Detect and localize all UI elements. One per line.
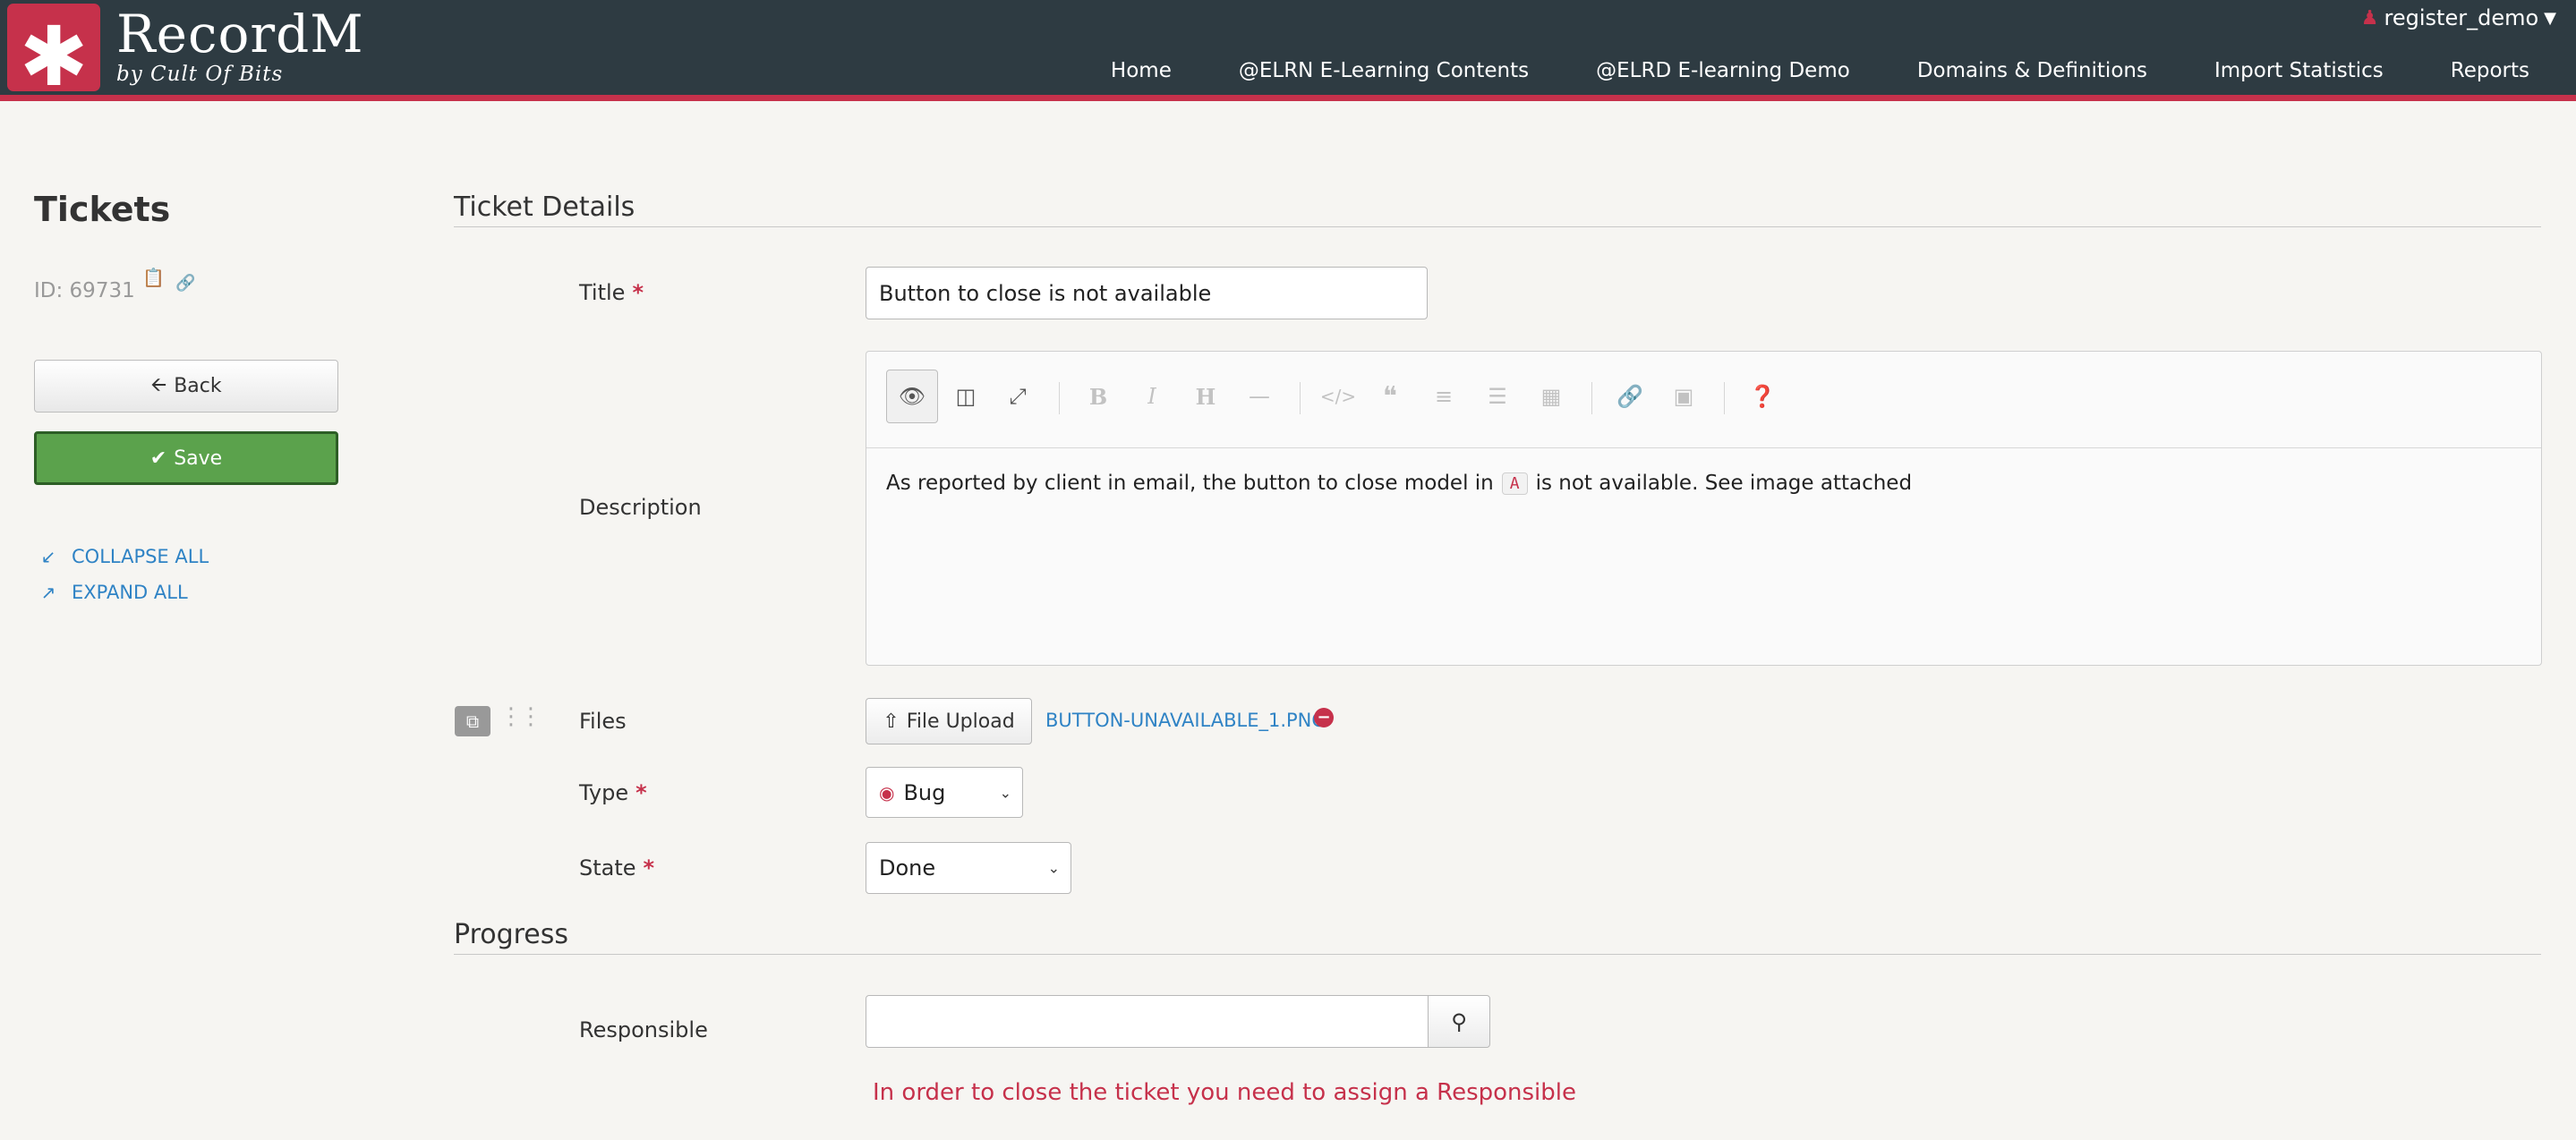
code-icon[interactable]: </> — [1312, 370, 1364, 423]
chevron-down-icon: ⌄ — [999, 784, 1011, 801]
type-value: Bug — [903, 779, 946, 805]
preview-icon[interactable]: 👁 — [886, 370, 938, 423]
responsible-label: Responsible — [579, 1017, 708, 1042]
state-label: State * — [579, 855, 654, 881]
type-label-text: Type — [579, 780, 629, 805]
nav-reports[interactable]: Reports — [2451, 59, 2529, 82]
page-title: Tickets — [34, 190, 171, 229]
ordered-list-icon[interactable]: ☰ — [1471, 370, 1523, 423]
file-upload-label: File Upload — [906, 710, 1015, 733]
italic-icon[interactable]: I — [1126, 370, 1178, 423]
attached-file-link[interactable]: BUTTON-UNAVAILABLE_1.PNG — [1045, 710, 1326, 731]
state-value: Done — [879, 855, 936, 881]
state-label-text: State — [579, 855, 636, 881]
remove-file-icon[interactable]: − — [1314, 708, 1334, 727]
heading-icon[interactable]: H — [1180, 370, 1232, 423]
nav-home[interactable]: Home — [1111, 59, 1172, 82]
user-name: register_demo — [2384, 5, 2539, 30]
bug-icon: ◉ — [879, 781, 895, 804]
description-text[interactable]: As reported by client in email, the butt… — [886, 472, 1912, 495]
drag-handle-icon[interactable]: ⋮⋮ — [499, 703, 542, 730]
expand-icon: ↗ — [40, 582, 56, 603]
quote-icon[interactable]: ❝ — [1364, 370, 1416, 423]
collapse-all-label: COLLAPSE ALL — [72, 546, 209, 567]
horizontal-rule-icon[interactable]: — — [1233, 370, 1285, 423]
nav-elrd-e-learning-demo[interactable]: @ELRD E-learning Demo — [1596, 59, 1850, 82]
title-label-text: Title — [579, 280, 626, 305]
main-nav: Home @ELRN E-Learning Contents @ELRD E-l… — [1111, 59, 2576, 82]
description-label: Description — [579, 495, 702, 520]
collapse-all-link[interactable]: ↙ COLLAPSE ALL — [39, 546, 209, 567]
search-icon[interactable]: ⚲ — [1428, 995, 1490, 1048]
section-progress[interactable]: Progress — [454, 919, 2541, 955]
app-tagline: by Cult Of Bits — [116, 63, 284, 86]
state-select[interactable]: Done ⌄ — [866, 842, 1071, 894]
unordered-list-icon[interactable]: ≡ — [1418, 370, 1470, 423]
link-icon[interactable]: 🔗 — [1604, 370, 1656, 423]
help-icon[interactable]: ❓ — [1736, 370, 1788, 423]
user-menu[interactable]: ♟ register_demo ▼ — [2361, 5, 2556, 30]
link-icon[interactable]: 🔗 — [175, 274, 195, 293]
expand-all-label: EXPAND ALL — [72, 582, 188, 603]
files-label: Files — [579, 709, 627, 734]
toolbar-divider — [1059, 382, 1060, 414]
chevron-down-icon: ⌄ — [1047, 859, 1060, 877]
compress-icon: ↙ — [40, 546, 56, 567]
upload-icon: ⇧ — [883, 710, 900, 733]
save-label: Save — [174, 447, 223, 470]
fullscreen-icon[interactable]: ⤢ — [992, 370, 1044, 423]
section-ticket-details[interactable]: Ticket Details — [454, 191, 2541, 227]
toolbar-divider — [1300, 382, 1301, 414]
responsible-input[interactable] — [866, 995, 1429, 1048]
side-by-side-icon[interactable]: ◫ — [940, 370, 992, 423]
inline-code: A — [1501, 472, 1528, 495]
expand-all-link[interactable]: ↗ EXPAND ALL — [39, 582, 188, 603]
app-name[interactable]: RecordM — [116, 2, 364, 66]
toolbar-divider — [1724, 382, 1725, 414]
file-upload-button[interactable]: ⇧ File Upload — [866, 698, 1032, 744]
validation-error: In order to close the ticket you need to… — [873, 1079, 1576, 1106]
toolbar-divider — [1591, 382, 1592, 414]
caret-down-icon: ▼ — [2544, 8, 2556, 28]
nav-import-statistics[interactable]: Import Statistics — [2214, 59, 2384, 82]
table-icon[interactable]: ▦ — [1525, 370, 1577, 423]
description-text-start: As reported by client in email, the butt… — [886, 472, 1494, 495]
save-button[interactable]: ✔ Save — [34, 431, 338, 485]
arrow-left-icon: 🡨 — [150, 373, 167, 396]
description-text-end: is not available. See image attached — [1535, 472, 1913, 495]
nav-elrn-e-learning-contents[interactable]: @ELRN E-Learning Contents — [1239, 59, 1529, 82]
logo-icon[interactable]: ✱ — [7, 4, 100, 98]
type-label: Type * — [579, 780, 647, 805]
editor-toolbar: 👁 ◫ ⤢ B I H — </> ❝ ≡ ☰ ▦ 🔗 ▣ ❓ — [866, 352, 2541, 448]
checkmark-icon: ✔ — [149, 447, 167, 470]
image-icon[interactable]: ▣ — [1658, 370, 1710, 423]
back-label: Back — [174, 375, 222, 397]
top-navbar: ✱ RecordM by Cult Of Bits ♟ register_dem… — [0, 0, 2576, 101]
clipboard-icon[interactable]: 📋 — [142, 267, 165, 288]
title-label: Title * — [579, 280, 644, 305]
back-button[interactable]: 🡨 Back — [34, 360, 338, 413]
user-icon: ♟ — [2360, 6, 2379, 30]
record-id: ID: 69731 — [34, 279, 135, 302]
title-input[interactable]: Button to close is not available — [866, 267, 1428, 319]
required-marker: * — [643, 855, 655, 881]
bold-icon[interactable]: B — [1072, 370, 1124, 423]
type-select[interactable]: ◉ Bug ⌄ — [866, 767, 1023, 818]
duplicate-field-icon[interactable]: ⧉ — [455, 706, 490, 736]
description-editor[interactable]: 👁 ◫ ⤢ B I H — </> ❝ ≡ ☰ ▦ 🔗 ▣ ❓ As repor… — [866, 351, 2542, 666]
required-marker: * — [635, 780, 647, 805]
required-marker: * — [632, 280, 644, 305]
nav-domains-definitions[interactable]: Domains & Definitions — [1917, 59, 2147, 82]
